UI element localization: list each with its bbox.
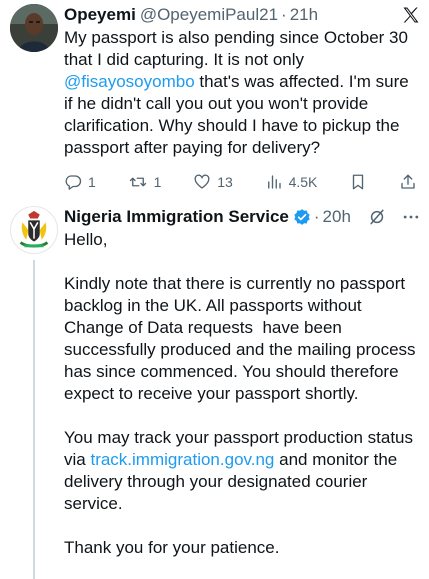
avatar-opeyemi[interactable] [10, 4, 58, 52]
author-name[interactable]: Nigeria Immigration Service [64, 206, 289, 228]
reply-button[interactable]: 1 [64, 173, 96, 191]
tweet-text-part1: Hello, Kindly note that there is current… [64, 230, 416, 469]
thread-connector-line [33, 260, 35, 579]
grok-icon[interactable] [367, 207, 387, 227]
more-icon[interactable] [401, 207, 421, 227]
avatar-nigeria-immigration[interactable] [10, 206, 58, 254]
tweet-header: Opeyemi @OpeyemiPaul21 · 21h [64, 4, 421, 26]
share-icon [401, 174, 415, 189]
like-button[interactable]: 13 [193, 173, 233, 191]
views-count: 4.5K [288, 174, 318, 190]
tweet-text: Hello, Kindly note that there is current… [64, 229, 421, 559]
author-name[interactable]: Opeyemi [64, 4, 136, 26]
bookmark-icon [352, 174, 364, 190]
retweet-icon [129, 177, 146, 187]
bookmark-button[interactable] [349, 173, 367, 191]
tweet-text: My passport is also pending since Octobe… [64, 27, 421, 159]
tweet-actions: 1 1 13 4.5K [64, 173, 421, 191]
tweet-text-part1: My passport is also pending since Octobe… [64, 28, 413, 69]
verified-badge-icon [293, 208, 311, 226]
tweet-header: Nigeria Immigration Service · 20h [64, 206, 421, 228]
tweet-opeyemi[interactable]: Opeyemi @OpeyemiPaul21 · 21h My passport… [0, 0, 429, 200]
mention-link[interactable]: @fisayosoyombo [64, 72, 195, 91]
tweet-time[interactable]: 21h [290, 4, 318, 26]
x-logo-icon [401, 5, 421, 25]
views-icon [267, 175, 281, 189]
reply-icon [65, 175, 82, 190]
tweet-nigeria-immigration[interactable]: Nigeria Immigration Service · 20h Hello,… [0, 202, 429, 579]
separator-dot: · [313, 207, 320, 226]
retweet-count: 1 [153, 174, 162, 190]
like-icon [194, 174, 210, 189]
coat-of-arms-logo [11, 207, 57, 253]
tracking-link[interactable]: track.immigration.gov.ng [90, 450, 274, 469]
views-button[interactable]: 4.5K [265, 173, 318, 191]
tweet-time[interactable]: 20h [323, 206, 351, 228]
like-count: 13 [217, 174, 233, 190]
author-handle[interactable]: @OpeyemiPaul21 [140, 4, 278, 26]
avatar-image [10, 4, 58, 52]
separator-dot: · [281, 5, 287, 24]
retweet-button[interactable]: 1 [128, 173, 162, 191]
share-button[interactable] [399, 173, 417, 191]
reply-count: 1 [88, 174, 96, 190]
